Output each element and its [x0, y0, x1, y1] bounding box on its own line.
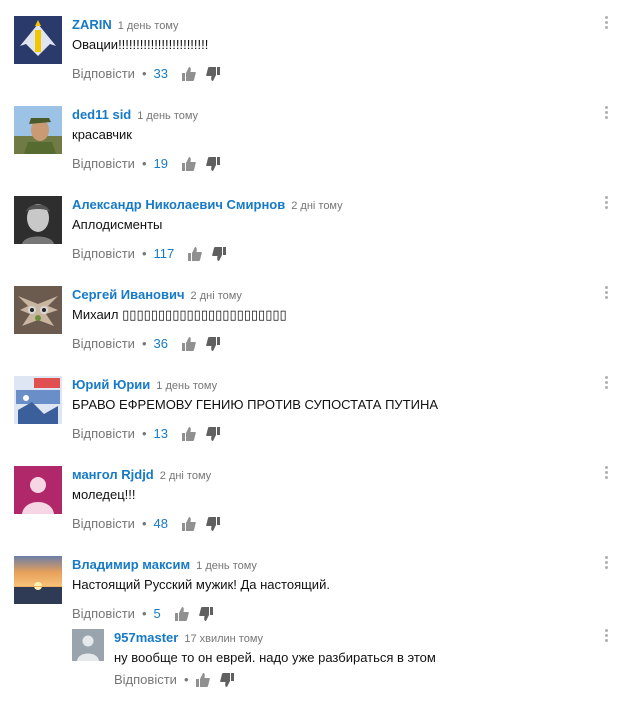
user-avatar[interactable]: [14, 106, 62, 154]
reply-button[interactable]: Відповісти: [72, 426, 135, 441]
thumbs-down-icon[interactable]: [206, 66, 220, 81]
more-options-icon[interactable]: [605, 106, 609, 122]
user-avatar[interactable]: [14, 286, 62, 334]
like-count: 117: [153, 246, 175, 261]
user-avatar[interactable]: [14, 16, 62, 64]
like-count: 13: [153, 426, 168, 441]
user-avatar[interactable]: [72, 629, 104, 661]
more-options-icon[interactable]: [605, 376, 609, 392]
comment-text: моледец!!!: [72, 487, 136, 502]
thumbs-down-icon[interactable]: [206, 156, 220, 171]
comment-author[interactable]: ded11 sid: [72, 107, 131, 122]
comment-time[interactable]: 2 дні тому: [160, 470, 211, 482]
more-options-icon[interactable]: [605, 629, 609, 645]
like-count: 33: [153, 66, 168, 81]
comment-author[interactable]: Александр Николаевич Смирнов: [72, 197, 285, 212]
more-options-icon[interactable]: [605, 466, 609, 482]
thumbs-up-icon[interactable]: [188, 246, 203, 261]
reply-button[interactable]: Відповісти: [72, 606, 135, 621]
reply-button[interactable]: Відповісти: [72, 516, 135, 531]
comment-text: Михаил ▯▯▯▯▯▯▯▯▯▯▯▯▯▯▯▯▯▯▯▯▯▯▯: [72, 307, 287, 322]
comment-author[interactable]: мангол Rjdjd: [72, 467, 154, 482]
comment-text: красавчик: [72, 127, 132, 142]
comment-text: ну вообще то он еврей. надо уже разбират…: [114, 650, 436, 665]
comment-text: БРАВО ЕФРЕМОВУ ГЕНИЮ ПРОТИВ СУПОСТАТА ПУ…: [72, 397, 439, 412]
thumbs-up-icon[interactable]: [195, 672, 210, 687]
thumbs-up-icon[interactable]: [174, 606, 189, 621]
comment-time[interactable]: 17 хвилин тому: [184, 633, 263, 645]
user-avatar[interactable]: [14, 466, 62, 514]
more-options-icon[interactable]: [605, 196, 609, 212]
more-options-icon[interactable]: [605, 286, 609, 302]
like-count: 48: [153, 516, 168, 531]
separator-dot: •: [141, 156, 147, 171]
comment-time[interactable]: 1 день тому: [137, 110, 198, 122]
reply-button[interactable]: Відповісти: [72, 246, 135, 261]
comment-time[interactable]: 2 дні тому: [291, 200, 342, 212]
user-avatar[interactable]: [14, 196, 62, 244]
thumbs-up-icon[interactable]: [181, 156, 196, 171]
thumbs-up-icon[interactable]: [181, 66, 196, 81]
comment-author[interactable]: ZARIN: [72, 17, 112, 32]
thumbs-down-icon[interactable]: [198, 606, 213, 621]
thumbs-up-icon[interactable]: [181, 426, 196, 441]
thumbs-down-icon[interactable]: [212, 246, 227, 261]
comment-author[interactable]: Сергей Иванович: [72, 287, 185, 302]
like-count: 19: [153, 156, 168, 171]
comment-text: Овации!!!!!!!!!!!!!!!!!!!!!!!!!: [72, 37, 209, 52]
thumbs-up-icon[interactable]: [181, 336, 196, 351]
user-avatar[interactable]: [14, 556, 62, 604]
like-count: 36: [153, 336, 168, 351]
comment-author[interactable]: Владимир максим: [72, 557, 190, 572]
comment-author[interactable]: Юрий Юрии: [72, 377, 150, 392]
comment-time[interactable]: 1 день тому: [196, 560, 257, 572]
separator-dot: •: [141, 246, 147, 261]
reply-button[interactable]: Відповісти: [114, 672, 177, 687]
comment-time[interactable]: 2 дні тому: [191, 290, 242, 302]
separator-dot: •: [141, 516, 147, 531]
comment-text: Аплодисменты: [72, 217, 163, 232]
separator-dot: •: [141, 66, 147, 81]
comment-time[interactable]: 1 день тому: [156, 380, 217, 392]
separator-dot: •: [183, 672, 189, 687]
thumbs-down-icon[interactable]: [219, 672, 234, 687]
more-options-icon[interactable]: [605, 16, 609, 32]
thumbs-up-icon[interactable]: [181, 516, 196, 531]
separator-dot: •: [141, 426, 147, 441]
reply-button[interactable]: Відповісти: [72, 66, 135, 81]
reply-button[interactable]: Відповісти: [72, 156, 135, 171]
comment-text: Настоящий Русский мужик! Да настоящий.: [72, 577, 330, 592]
comment-author[interactable]: 957master: [114, 630, 178, 645]
reply-button[interactable]: Відповісти: [72, 336, 135, 351]
user-avatar[interactable]: [14, 376, 62, 424]
thumbs-down-icon[interactable]: [206, 426, 220, 441]
more-options-icon[interactable]: [605, 556, 609, 572]
separator-dot: •: [141, 336, 147, 351]
thumbs-down-icon[interactable]: [206, 516, 220, 531]
like-count: 5: [153, 606, 161, 621]
thumbs-down-icon[interactable]: [206, 336, 220, 351]
comment-time[interactable]: 1 день тому: [118, 20, 179, 32]
separator-dot: •: [141, 606, 147, 621]
